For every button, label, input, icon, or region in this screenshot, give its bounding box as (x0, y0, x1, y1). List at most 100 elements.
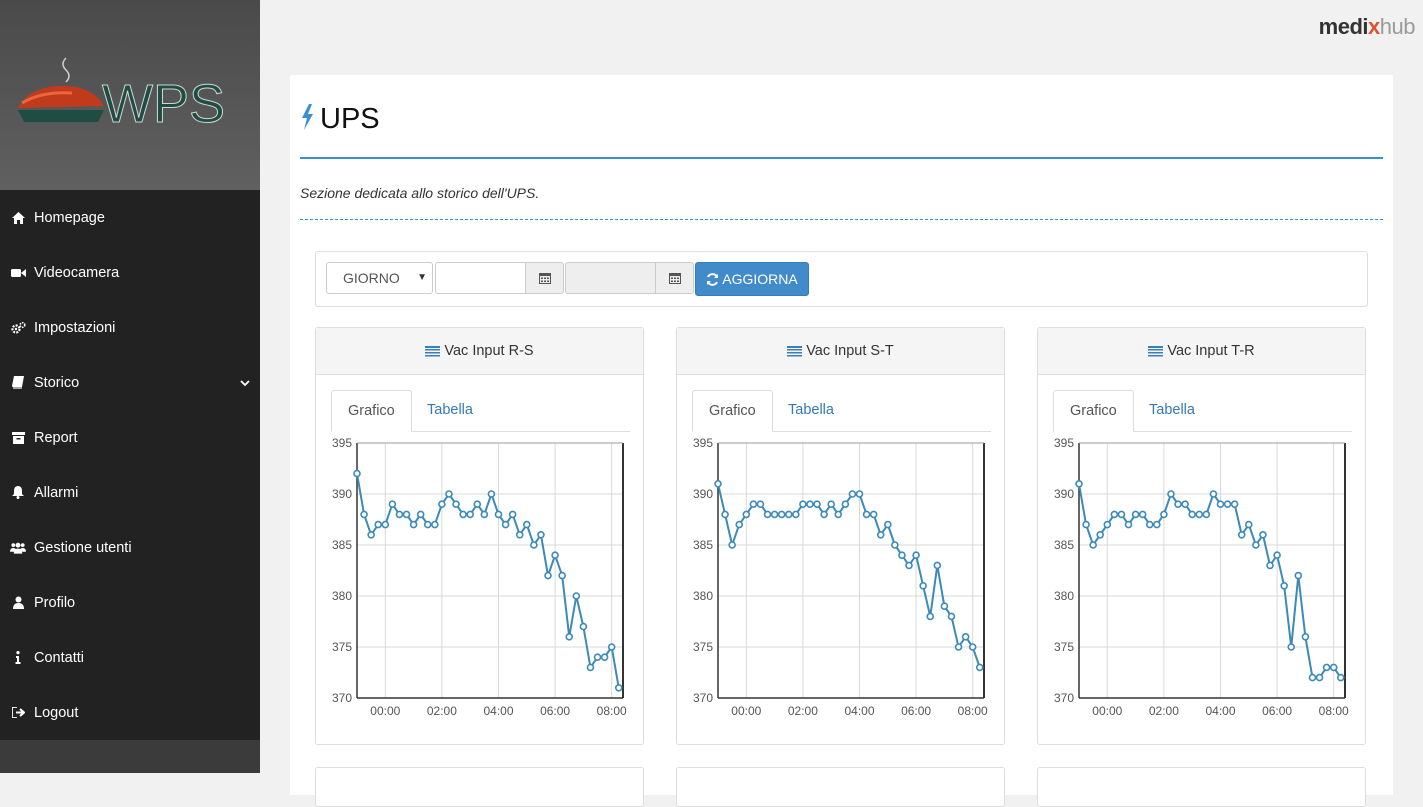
period-select[interactable]: GIORNO ▼ (326, 262, 433, 294)
data-point (749, 500, 758, 508)
data-point (883, 520, 892, 529)
data-point (501, 520, 510, 529)
chart-card: Vac Input S-T Grafico Tabella 370 375 380 3… (676, 327, 1005, 745)
data-point (714, 479, 722, 488)
chart-card-partial (676, 767, 1005, 807)
y-tick-label: 370 (332, 691, 352, 705)
brand-part-2: x (1368, 14, 1380, 39)
data-point (827, 500, 835, 508)
y-tick-label: 380 (1054, 589, 1074, 603)
sidebar-item-profilo[interactable]: Profilo (0, 575, 260, 630)
data-point (777, 510, 786, 519)
data-point (770, 510, 779, 519)
y-tick-label: 380 (693, 589, 713, 603)
tab-grafico[interactable]: Grafico (692, 390, 773, 432)
data-point (388, 500, 397, 508)
sidebar-item-report[interactable]: Report (0, 410, 260, 465)
data-point (869, 510, 878, 519)
data-point (367, 531, 375, 539)
brand-part-3: hub (1379, 14, 1416, 39)
tab-tabella[interactable]: Tabella (772, 390, 850, 431)
card-header: Vac Input S-T (677, 328, 1004, 375)
sidebar-item-allarmi[interactable]: Allarmi (0, 465, 260, 520)
data-point (728, 541, 736, 549)
data-point (466, 510, 474, 519)
data-point (876, 531, 885, 539)
gears-icon (10, 321, 26, 335)
data-point (1138, 510, 1147, 519)
sidebar-item-logout[interactable]: Logout (0, 685, 260, 740)
data-point (1145, 520, 1154, 529)
sidebar-item-storico[interactable]: Storico (0, 355, 260, 410)
data-point (607, 643, 616, 651)
line-chart: 370 375 380 385 390 395 00:00 02:00 04:00 06:00 08… (332, 436, 627, 718)
data-point (1266, 561, 1274, 570)
y-tick-label: 395 (332, 436, 352, 450)
data-point (862, 510, 871, 519)
x-tick-label: 06:00 (901, 704, 931, 718)
data-point (1294, 571, 1303, 580)
medixhub-logo: medixhub (1318, 14, 1416, 40)
sidebar-item-label: Gestione utenti (34, 539, 132, 556)
line-chart: 370 375 380 385 390 395 00:00 02:00 04:00 06:00 08… (693, 436, 988, 718)
sidebar-item-label: Profilo (34, 594, 76, 611)
tab-tabella[interactable]: Tabella (411, 390, 489, 431)
card-title: Vac Input T-R (1167, 343, 1255, 359)
tab-tabella[interactable]: Tabella (1133, 390, 1211, 431)
data-point (1181, 500, 1189, 508)
calendar-icon[interactable] (655, 262, 694, 294)
user-icon (10, 596, 26, 610)
data-point (898, 551, 906, 559)
data-point (891, 541, 899, 549)
y-tick-label: 370 (1054, 691, 1074, 705)
svg-text:WPS: WPS (102, 74, 225, 134)
refresh-icon (706, 272, 719, 286)
chart-card-partial (315, 767, 644, 807)
date-to-input[interactable] (565, 262, 656, 294)
data-point (572, 592, 581, 600)
sign-out-icon (10, 706, 26, 720)
data-point (905, 561, 913, 570)
wps-logo-graphic: WPS (18, 57, 226, 135)
data-point (593, 653, 602, 661)
chevron-down-icon[interactable] (240, 375, 250, 391)
sidebar-item-homepage[interactable]: Homepage (0, 190, 260, 245)
refresh-button[interactable]: AGGIORNA (695, 262, 809, 296)
data-point (614, 684, 623, 692)
y-tick-label: 385 (1054, 538, 1074, 552)
tab-grafico[interactable]: Grafico (331, 390, 412, 432)
data-point (1131, 510, 1140, 519)
sidebar-item-videocamera[interactable]: Videocamera (0, 245, 260, 300)
video-camera-icon (10, 266, 26, 280)
tab-grafico[interactable]: Grafico (1053, 390, 1134, 432)
sidebar-nav: Homepage Videocamera Impostazioni Storic… (0, 190, 260, 740)
data-point (813, 500, 821, 508)
brand-part-1: medi (1318, 14, 1369, 39)
data-point (848, 490, 857, 498)
date-from-input[interactable] (435, 262, 526, 294)
data-point (855, 490, 864, 498)
sidebar-item-contatti[interactable]: Contatti (0, 630, 260, 685)
data-point (1315, 673, 1324, 682)
y-tick-label: 385 (332, 538, 352, 552)
card-title: Vac Input S-T (806, 343, 894, 359)
y-tick-label: 395 (1054, 436, 1074, 450)
sidebar-item-impostazioni[interactable]: Impostazioni (0, 300, 260, 355)
card-tabs: Grafico Tabella (331, 390, 630, 432)
data-point (1167, 490, 1175, 498)
data-point (565, 633, 574, 641)
refresh-button-label: AGGIORNA (722, 271, 798, 287)
data-point (508, 510, 517, 519)
card-tabs: Grafico Tabella (692, 390, 991, 432)
sidebar-item-label: Impostazioni (34, 319, 116, 336)
calendar-icon[interactable] (525, 262, 564, 294)
x-tick-label: 04:00 (844, 704, 874, 718)
data-point (353, 469, 361, 478)
sidebar: WPS Homepage Videocamera Impostazioni St… (0, 0, 260, 773)
data-point (360, 510, 368, 519)
dashed-divider (300, 219, 1383, 220)
x-tick-label: 08:00 (958, 704, 988, 718)
data-point (968, 643, 977, 651)
sidebar-item-gestione-utenti[interactable]: Gestione utenti (0, 520, 260, 575)
series-line (356, 473, 620, 688)
